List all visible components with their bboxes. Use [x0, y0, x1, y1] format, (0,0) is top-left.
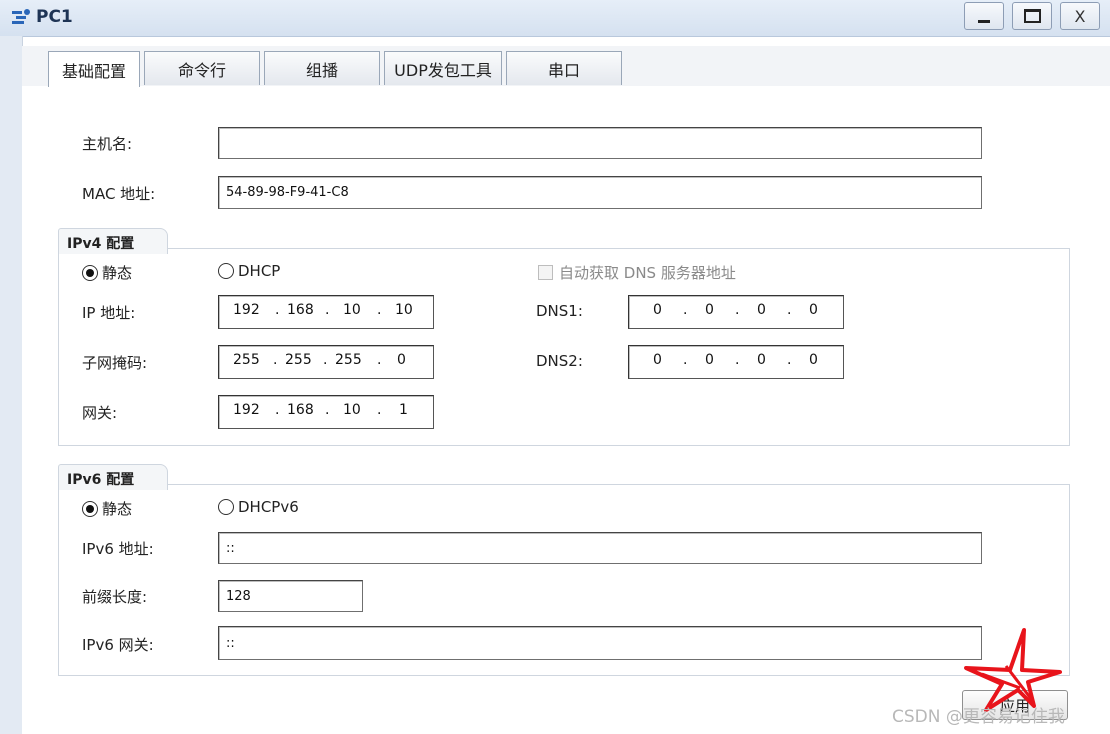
ip-address-input[interactable]: 192. 168. 10. 10 — [218, 295, 434, 329]
tab-multicast[interactable]: 组播 — [264, 51, 380, 85]
window-title: PC1 — [36, 7, 73, 27]
maximize-icon — [1023, 9, 1041, 23]
minimize-button[interactable] — [964, 2, 1004, 30]
csdn-watermark: CSDN @更容易记住我 — [892, 707, 1065, 727]
gw-octet-2: 168 — [287, 402, 314, 418]
ipv4-dhcp-radio[interactable]: DHCP — [218, 262, 280, 280]
maximize-button[interactable] — [1012, 2, 1052, 30]
subnet-mask-input[interactable]: 255. 255. 255. 0 — [218, 345, 434, 379]
ip-octet-4: 10 — [395, 302, 413, 318]
mask-octet-3: 255 — [335, 352, 362, 368]
ipv4-group-title: IPv4 配置 — [58, 228, 168, 254]
dns2-octet-2: 0 — [705, 352, 714, 368]
gw-octet-3: 10 — [343, 402, 361, 418]
pc-app-icon — [12, 9, 30, 24]
ipv6-dhcp-label: DHCPv6 — [238, 498, 299, 516]
gw-octet-1: 192 — [233, 402, 260, 418]
dns1-label: DNS1: — [536, 302, 583, 320]
ipv6-static-label: 静态 — [102, 500, 133, 518]
auto-dns-label: 自动获取 DNS 服务器地址 — [559, 264, 736, 282]
gw-octet-4: 1 — [399, 402, 408, 418]
gateway-input[interactable]: 192. 168. 10. 1 — [218, 395, 434, 429]
ipv4-static-radio[interactable]: 静态 — [82, 262, 132, 283]
ipv4-dhcp-label: DHCP — [238, 262, 281, 280]
window-frame-left — [0, 36, 23, 734]
ipv6-gateway-label: IPv6 网关: — [82, 636, 154, 654]
ip-octet-3: 10 — [343, 302, 361, 318]
tab-command-line[interactable]: 命令行 — [144, 51, 260, 85]
hostname-label: 主机名: — [82, 135, 133, 153]
dns1-octet-1: 0 — [653, 302, 662, 318]
close-icon: X — [1074, 6, 1086, 26]
ip-octet-1: 192 — [233, 302, 260, 318]
ipv4-static-label: 静态 — [102, 264, 133, 282]
mask-octet-4: 0 — [397, 352, 406, 368]
dns2-label: DNS2: — [536, 352, 583, 370]
tab-basic-config[interactable]: 基础配置 — [48, 51, 140, 87]
mask-label: 子网掩码: — [82, 354, 148, 372]
prefix-length-label: 前缀长度: — [82, 588, 148, 606]
ipv6-static-radio[interactable]: 静态 — [82, 498, 132, 519]
dns2-octet-1: 0 — [653, 352, 662, 368]
dns2-input[interactable]: 0. 0. 0. 0 — [628, 345, 844, 379]
gateway-label: 网关: — [82, 404, 118, 422]
mask-octet-2: 255 — [285, 352, 312, 368]
minimize-icon — [978, 19, 990, 23]
radio-unselected-icon — [218, 263, 234, 279]
tab-serial-port[interactable]: 串口 — [506, 51, 622, 85]
mac-label: MAC 地址: — [82, 185, 156, 203]
ipv6-gateway-input[interactable]: :: — [218, 626, 982, 660]
basic-config-panel: 主机名: MAC 地址: 54-89-98-F9-41-C8 IPv4 配置 静… — [22, 86, 1110, 734]
radio-selected-icon — [82, 264, 98, 281]
dns1-octet-4: 0 — [809, 302, 818, 318]
dns2-octet-3: 0 — [757, 352, 766, 368]
auto-dns-checkbox[interactable]: 自动获取 DNS 服务器地址 — [538, 262, 736, 283]
window-titlebar: PC1 X — [0, 0, 1110, 37]
radio-unselected-icon — [218, 499, 234, 515]
ip-octet-2: 168 — [287, 302, 314, 318]
mac-input[interactable]: 54-89-98-F9-41-C8 — [218, 176, 982, 209]
close-button[interactable]: X — [1060, 2, 1100, 30]
dns1-input[interactable]: 0. 0. 0. 0 — [628, 295, 844, 329]
hostname-input[interactable] — [218, 127, 982, 159]
ipv6-group-title: IPv6 配置 — [58, 464, 168, 490]
radio-selected-icon — [82, 500, 98, 517]
mask-octet-1: 255 — [233, 352, 260, 368]
ipv6-address-label: IPv6 地址: — [82, 540, 154, 558]
tab-bar: 基础配置 命令行 组播 UDP发包工具 串口 — [22, 46, 1110, 87]
checkbox-icon — [538, 265, 553, 280]
ipv6-address-input[interactable]: :: — [218, 532, 982, 564]
prefix-length-input[interactable]: 128 — [218, 580, 363, 612]
tab-udp-tool[interactable]: UDP发包工具 — [384, 51, 502, 85]
dns2-octet-4: 0 — [809, 352, 818, 368]
ipv6-dhcp-radio[interactable]: DHCPv6 — [218, 498, 299, 516]
ip-label: IP 地址: — [82, 304, 136, 322]
dns1-octet-2: 0 — [705, 302, 714, 318]
dns1-octet-3: 0 — [757, 302, 766, 318]
